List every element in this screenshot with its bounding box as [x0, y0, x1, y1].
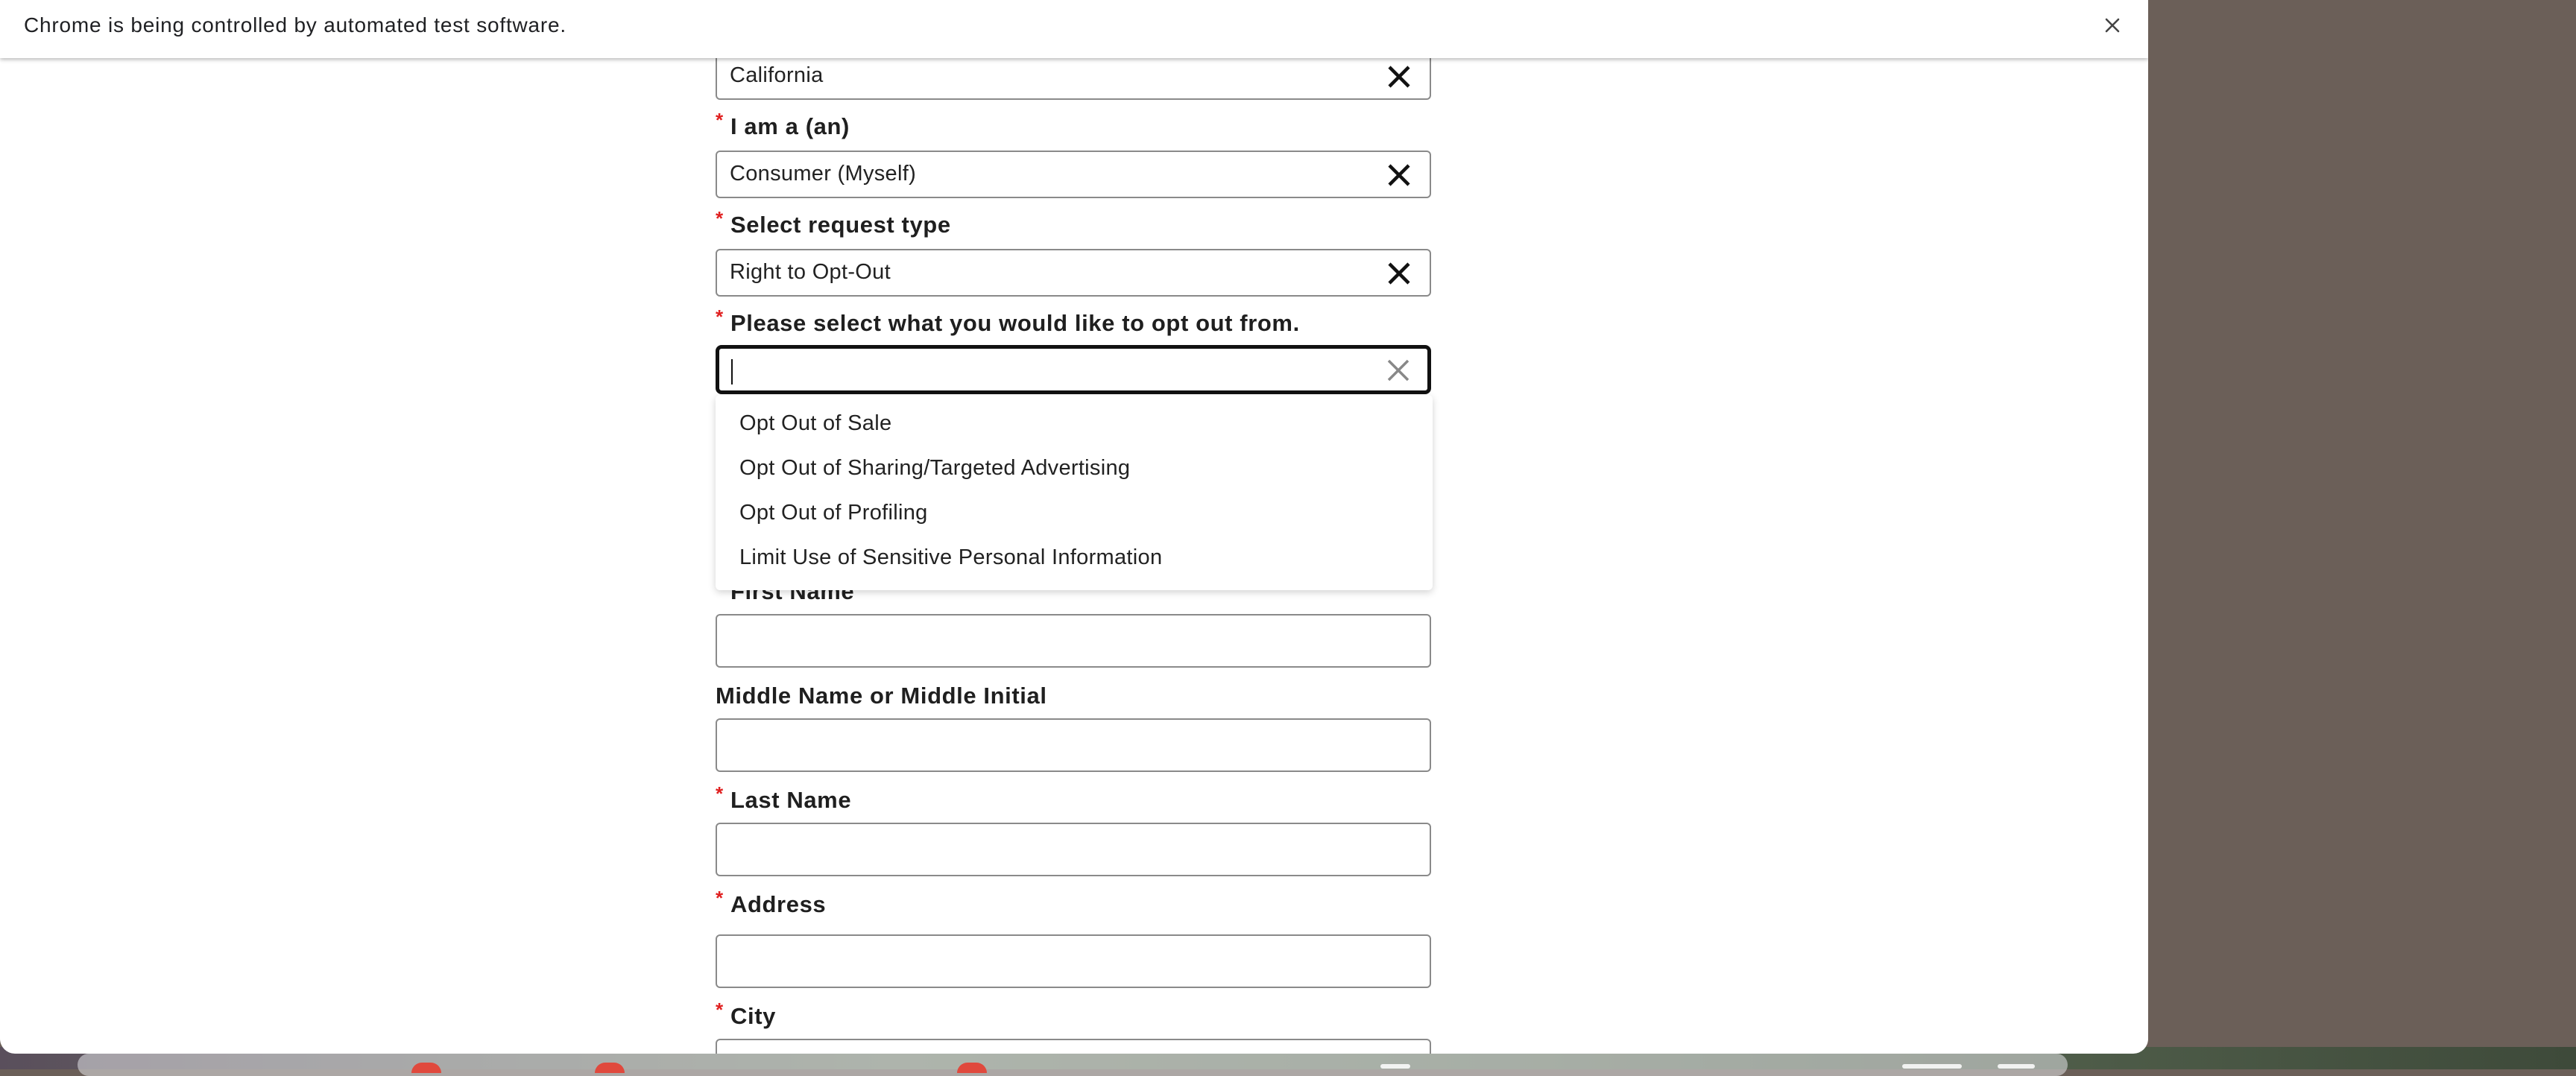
dock [78, 1054, 2068, 1076]
clear-icon[interactable] [1383, 355, 1414, 386]
dock-app-icon[interactable] [1998, 1064, 2035, 1069]
i-am-label: I am a (an) [730, 113, 850, 139]
opt-out-options-dropdown: Opt Out of Sale Opt Out of Sharing/Targe… [716, 395, 1433, 590]
city-label: City [730, 1003, 776, 1029]
dock-app-indicator[interactable] [595, 1063, 625, 1073]
middle-name-label: Middle Name or Middle Initial [716, 683, 1047, 709]
i-am-select-value: Consumer (Myself) [730, 162, 917, 186]
dropdown-option[interactable]: Opt Out of Sharing/Targeted Advertising [739, 456, 1130, 481]
request-type-select[interactable]: Right to Opt-Out [716, 249, 1431, 297]
required-marker: * [716, 306, 724, 328]
clear-icon[interactable] [1383, 258, 1415, 289]
close-icon[interactable] [2097, 10, 2127, 40]
dropdown-option[interactable]: Opt Out of Profiling [739, 501, 928, 525]
required-marker: * [716, 207, 724, 230]
last-name-label: Last Name [730, 787, 852, 813]
last-name-input[interactable] [716, 823, 1431, 876]
dock-app-icon[interactable] [1380, 1064, 1410, 1069]
opt-out-from-label: Please select what you would like to opt… [730, 310, 1300, 336]
required-marker: * [716, 887, 724, 909]
clear-icon[interactable] [1383, 61, 1415, 92]
dropdown-option[interactable]: Opt Out of Sale [739, 411, 891, 436]
state-select[interactable]: California [716, 52, 1431, 100]
address-label: Address [730, 891, 827, 917]
request-type-label: Select request type [730, 212, 951, 238]
browser-window: Chrome is being controlled by automated … [0, 0, 2148, 1054]
required-marker: * [716, 999, 724, 1021]
dock-app-icon[interactable] [1902, 1064, 1962, 1069]
infobar-message: Chrome is being controlled by automated … [24, 13, 566, 37]
first-name-input[interactable] [716, 614, 1431, 668]
required-marker: * [716, 109, 724, 131]
i-am-select[interactable]: Consumer (Myself) [716, 151, 1431, 198]
state-select-value: California [730, 63, 824, 87]
opt-out-from-select[interactable] [716, 345, 1431, 394]
clear-icon[interactable] [1383, 159, 1415, 191]
automation-infobar: Chrome is being controlled by automated … [0, 0, 2148, 58]
dock-app-indicator[interactable] [957, 1063, 987, 1073]
dropdown-option[interactable]: Limit Use of Sensitive Personal Informat… [739, 545, 1162, 570]
city-input[interactable] [716, 1039, 1431, 1054]
middle-name-input[interactable] [716, 718, 1431, 772]
required-marker: * [716, 782, 724, 805]
address-input[interactable] [716, 934, 1431, 988]
request-type-select-value: Right to Opt-Out [730, 260, 891, 284]
text-caret [731, 359, 733, 384]
dock-app-indicator[interactable] [411, 1063, 441, 1073]
